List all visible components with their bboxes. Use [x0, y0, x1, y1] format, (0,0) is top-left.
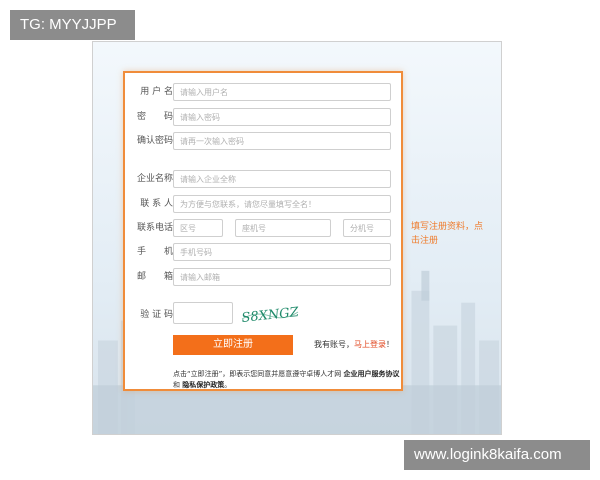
captcha-input[interactable] — [173, 302, 233, 324]
mobile-label: 手 机 — [136, 247, 173, 257]
terms-and: 和 — [173, 381, 180, 389]
service-agreement-link[interactable]: 企业用户服务协议 — [344, 370, 400, 378]
password-input[interactable] — [173, 108, 391, 126]
password-label: 密 码 — [136, 112, 173, 122]
username-label: 用 户 名 — [140, 87, 173, 97]
watermark-bottom: www.logink8kaifa.com — [404, 440, 590, 470]
watermark-top: TG: MYYJJPP — [10, 10, 135, 40]
company-input[interactable] — [173, 170, 391, 188]
page: TG: MYYJJPP 用 户 名 请输入用户名 密 码 确认密码 企业名称 请… — [0, 0, 600, 480]
email-input[interactable] — [173, 268, 391, 286]
phone-label: 联系电话 — [136, 223, 173, 233]
confirm-password-label: 确认密码 — [136, 136, 173, 146]
username-input[interactable] — [173, 83, 391, 101]
terms-suffix: 。 — [224, 381, 232, 389]
login-prompt-text: 我有账号， — [314, 340, 354, 349]
contact-label: 联 系 人 — [140, 199, 173, 209]
captcha-image[interactable]: S8XNGZ — [240, 303, 300, 325]
terms-prefix: 点击“立即注册”，即表示您同意并愿意遵守卓博人才网 — [173, 370, 342, 378]
side-note: 填写注册资料，点击注册 — [411, 222, 484, 246]
contact-input[interactable] — [173, 195, 391, 213]
confirm-password-input[interactable] — [173, 132, 391, 150]
phone-area-input[interactable] — [173, 219, 223, 237]
registration-panel: 用 户 名 密 码 确认密码 企业名称 联 系 人 联系电话 手 机 邮 箱 验… — [92, 41, 502, 435]
terms-notice: 点击“立即注册”，即表示您同意并愿意遵守卓博人才网 企业用户服务协议 和 隐私保… — [173, 369, 401, 391]
registration-form: 用 户 名 密 码 确认密码 企业名称 联 系 人 联系电话 手 机 邮 箱 验… — [123, 71, 403, 391]
login-link[interactable]: 马上登录 — [354, 340, 386, 349]
captcha-label: 验 证 码 — [140, 310, 173, 320]
mobile-input[interactable] — [173, 243, 391, 261]
register-button[interactable]: 立即注册 — [173, 335, 293, 355]
email-label: 邮 箱 — [136, 272, 173, 282]
login-suffix: ！ — [386, 340, 394, 349]
phone-ext-input[interactable] — [343, 219, 391, 237]
company-label: 企业名称 — [136, 174, 173, 184]
phone-number-input[interactable] — [235, 219, 331, 237]
privacy-policy-link[interactable]: 隐私保护政策 — [182, 381, 224, 389]
login-prompt-row: 我有账号，马上登录！ — [314, 339, 394, 350]
